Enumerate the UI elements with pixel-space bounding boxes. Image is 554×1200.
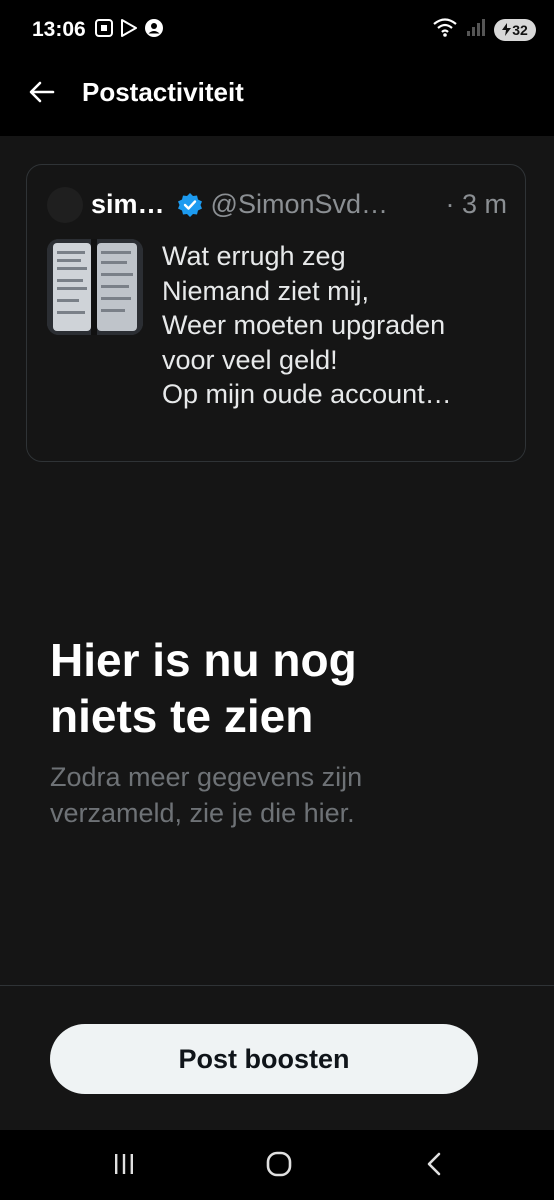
boost-post-button[interactable]: Post boosten <box>50 1024 478 1094</box>
status-icons-left <box>94 18 164 43</box>
empty-state-title-line: niets te zien <box>50 690 314 742</box>
tweet-media-thumbnail[interactable] <box>47 239 143 335</box>
tweet-text-line: Niemand ziet mij, <box>162 275 370 306</box>
home-icon <box>265 1150 293 1183</box>
tweet-text-line: Op mijn oude account… <box>162 379 452 409</box>
battery-icon: 32 <box>494 18 536 41</box>
page-title: Postactiviteit <box>82 77 244 107</box>
recents-button[interactable] <box>104 1148 144 1184</box>
tweet-card[interactable]: sim… @SimonSvd… · 3 m Wat errugh zeg Nie… <box>26 164 526 462</box>
play-store-icon <box>120 18 138 43</box>
tweet-text-line: voor veel geld! <box>162 344 338 375</box>
tweet-text-line: Wat errugh zeg <box>162 241 346 271</box>
arrow-left-icon <box>27 77 57 112</box>
verified-badge-icon <box>177 192 203 218</box>
empty-state-subtitle-line: Zodra meer gegevens zijn <box>50 762 363 792</box>
account-circle-icon <box>144 18 164 43</box>
content-area: sim… @SimonSvd… · 3 m Wat errugh zeg Nie… <box>0 136 554 1130</box>
empty-state-subtitle-line: verzameld, zie je die hier. <box>50 798 355 828</box>
recents-icon <box>111 1152 137 1181</box>
screenshot-icon <box>94 18 114 43</box>
back-icon <box>424 1151 444 1182</box>
status-icons-right: 32 <box>432 16 536 43</box>
divider <box>0 985 554 986</box>
tweet-text: Wat errugh zeg Niemand ziet mij, Weer mo… <box>162 239 512 412</box>
empty-state-subtitle: Zodra meer gegevens zijn verzameld, zie … <box>50 759 450 831</box>
header: Postactiviteit <box>0 58 554 136</box>
empty-state-title-line: Hier is nu nog <box>50 634 357 686</box>
empty-state-title: Hier is nu nog niets te zien <box>50 632 510 744</box>
avatar <box>47 187 83 223</box>
back-button[interactable] <box>24 76 60 112</box>
author-name: sim… <box>91 189 165 219</box>
author-handle: @SimonSvd… <box>210 189 388 219</box>
nav-back-button[interactable] <box>414 1148 454 1184</box>
screen: 13:06 32 Postactiviteit sim… @SimonSvd… … <box>0 0 554 1200</box>
signal-icon <box>466 17 486 42</box>
battery-level: 32 <box>512 21 528 38</box>
tweet-text-line: Weer moeten upgraden <box>162 310 446 340</box>
navigation-bar <box>0 1130 554 1200</box>
home-button[interactable] <box>259 1148 299 1184</box>
status-time: 13:06 <box>32 18 86 41</box>
tweet-time: · 3 m <box>445 189 507 219</box>
status-bar: 13:06 32 <box>0 0 554 58</box>
wifi-icon <box>432 16 458 43</box>
